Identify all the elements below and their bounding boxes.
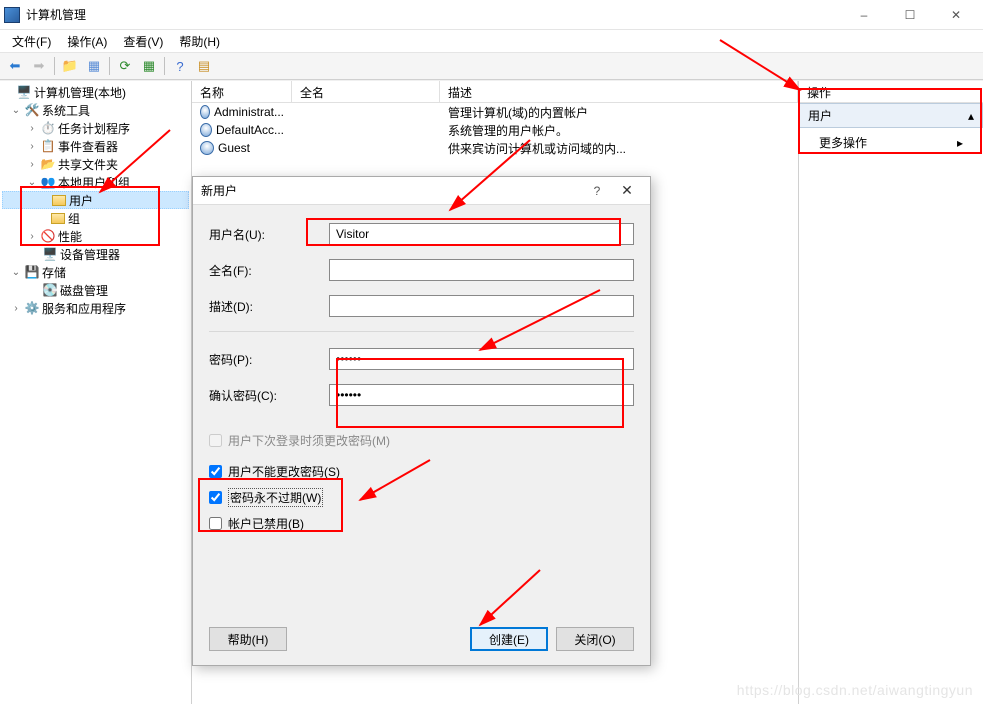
- maximize-button[interactable]: ☐: [887, 0, 933, 30]
- computer-icon: 🖥️: [16, 84, 32, 100]
- password-field[interactable]: [329, 348, 634, 370]
- actions-section[interactable]: 用户▴: [799, 103, 983, 128]
- device-icon: 🖥️: [42, 246, 58, 262]
- tree-local-users[interactable]: 本地用户和组: [58, 174, 130, 191]
- menu-file[interactable]: 文件(F): [4, 31, 59, 52]
- disk-icon: 💽: [42, 282, 58, 298]
- folder-icon: [52, 195, 66, 206]
- perf-icon: 🚫: [40, 228, 56, 244]
- storage-icon: 💾: [24, 264, 40, 280]
- arrow-right-icon: ▸: [957, 136, 963, 150]
- users-group-icon: 👥: [40, 174, 56, 190]
- tree-performance[interactable]: 性能: [58, 228, 82, 245]
- tree-storage[interactable]: 存储: [42, 264, 66, 281]
- label-password: 密码(P):: [209, 351, 329, 368]
- user-icon: [200, 123, 212, 137]
- menu-help[interactable]: 帮助(H): [171, 31, 228, 52]
- dialog-close-icon[interactable]: ✕: [612, 182, 642, 199]
- tools-icon: 🛠️: [24, 102, 40, 118]
- minimize-button[interactable]: –: [841, 0, 887, 30]
- label-desc: 描述(D):: [209, 298, 329, 315]
- event-icon: 📋: [40, 138, 56, 154]
- collapse-icon: ▴: [968, 109, 974, 123]
- label-must-change: 用户下次登录时须更改密码(M): [228, 432, 390, 449]
- tree-disk-mgmt[interactable]: 磁盘管理: [60, 282, 108, 299]
- export-icon[interactable]: ▦: [138, 55, 160, 77]
- tree-panel: 🖥️计算机管理(本地) ⌄🛠️系统工具 ›⏱️任务计划程序 ›📋事件查看器 ›📂…: [0, 81, 192, 704]
- watermark: https://blog.csdn.net/aiwangtingyun: [737, 682, 973, 698]
- description-field[interactable]: [329, 295, 634, 317]
- forward-button[interactable]: ➡: [28, 55, 50, 77]
- menu-view[interactable]: 查看(V): [115, 31, 171, 52]
- up-button[interactable]: 📁: [59, 55, 81, 77]
- col-name[interactable]: 名称: [192, 81, 292, 102]
- menu-action[interactable]: 操作(A): [59, 31, 115, 52]
- title-bar: 计算机管理 – ☐ ✕: [0, 0, 983, 30]
- dialog-help-icon[interactable]: ?: [582, 184, 612, 198]
- list-row[interactable]: Guest 供来宾访问计算机或访问域的内...: [192, 139, 798, 157]
- username-field[interactable]: [329, 223, 634, 245]
- list-header: 名称 全名 描述: [192, 81, 798, 103]
- label-confirm: 确认密码(C):: [209, 387, 329, 404]
- confirm-password-field[interactable]: [329, 384, 634, 406]
- label-disabled: 帐户已禁用(B): [228, 515, 304, 532]
- new-user-dialog: 新用户 ? ✕ 用户名(U): 全名(F): 描述(D): 密码(P): 确认密…: [192, 176, 651, 666]
- create-button[interactable]: 创建(E): [470, 627, 548, 651]
- view-icon[interactable]: ▤: [193, 55, 215, 77]
- label-fullname: 全名(F):: [209, 262, 329, 279]
- tree-system-tools[interactable]: 系统工具: [42, 102, 90, 119]
- share-icon: 📂: [40, 156, 56, 172]
- close-dialog-button[interactable]: 关闭(O): [556, 627, 634, 651]
- user-icon: [200, 105, 210, 119]
- dialog-title: 新用户: [201, 182, 582, 199]
- help-button[interactable]: 帮助(H): [209, 627, 287, 651]
- check-must-change: [209, 434, 222, 447]
- tree-device-manager[interactable]: 设备管理器: [60, 246, 120, 263]
- close-button[interactable]: ✕: [933, 0, 979, 30]
- nav-tree[interactable]: 🖥️计算机管理(本地) ⌄🛠️系统工具 ›⏱️任务计划程序 ›📋事件查看器 ›📂…: [2, 83, 189, 317]
- fullname-field[interactable]: [329, 259, 634, 281]
- label-cannot-change: 用户不能更改密码(S): [228, 463, 340, 480]
- col-fullname[interactable]: 全名: [292, 81, 440, 102]
- app-icon: [4, 7, 20, 23]
- col-desc[interactable]: 描述: [440, 81, 798, 102]
- services-icon: ⚙️: [24, 300, 40, 316]
- toolbar: ⬅ ➡ 📁 ▦ ⟳ ▦ ? ▤: [0, 52, 983, 80]
- menu-bar: 文件(F) 操作(A) 查看(V) 帮助(H): [0, 30, 983, 52]
- actions-header: 操作: [799, 81, 983, 103]
- label-username: 用户名(U):: [209, 226, 329, 243]
- tree-root[interactable]: 计算机管理(本地): [34, 84, 126, 101]
- tree-shared-folders[interactable]: 共享文件夹: [58, 156, 118, 173]
- actions-more[interactable]: 更多操作▸: [799, 128, 983, 157]
- window-title: 计算机管理: [26, 6, 841, 23]
- tree-services-apps[interactable]: 服务和应用程序: [42, 300, 126, 317]
- list-row[interactable]: DefaultAcc... 系统管理的用户帐户。: [192, 121, 798, 139]
- tree-users[interactable]: 用户: [69, 192, 93, 209]
- list-row[interactable]: Administrat... 管理计算机(域)的内置帐户: [192, 103, 798, 121]
- properties-icon[interactable]: ▦: [83, 55, 105, 77]
- check-never-expire[interactable]: [209, 491, 222, 504]
- tree-task-scheduler[interactable]: 任务计划程序: [58, 120, 130, 137]
- tree-groups[interactable]: 组: [68, 210, 80, 227]
- folder-icon: [51, 213, 65, 224]
- label-never-expire: 密码永不过期(W): [228, 488, 323, 507]
- check-disabled[interactable]: [209, 517, 222, 530]
- action-panel: 操作 用户▴ 更多操作▸: [799, 81, 983, 704]
- user-icon: [200, 141, 214, 155]
- help-icon[interactable]: ?: [169, 55, 191, 77]
- refresh-icon[interactable]: ⟳: [114, 55, 136, 77]
- tree-event-viewer[interactable]: 事件查看器: [58, 138, 118, 155]
- back-button[interactable]: ⬅: [4, 55, 26, 77]
- check-cannot-change[interactable]: [209, 465, 222, 478]
- task-icon: ⏱️: [40, 120, 56, 136]
- list-body: Administrat... 管理计算机(域)的内置帐户 DefaultAcc.…: [192, 103, 798, 157]
